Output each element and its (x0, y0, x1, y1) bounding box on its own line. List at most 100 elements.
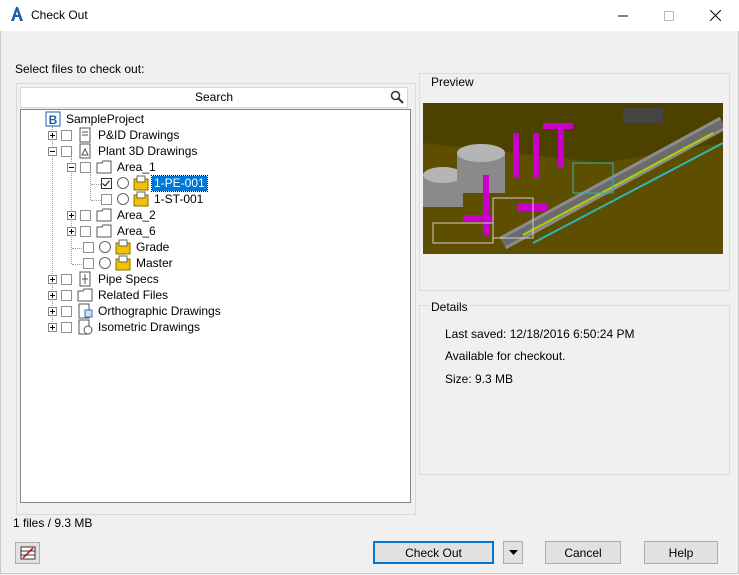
minimize-icon (618, 15, 628, 16)
checkbox[interactable] (61, 289, 72, 301)
tree-item-pipe-specs[interactable]: Pipe Specs (48, 271, 161, 287)
search-icon[interactable] (390, 90, 404, 104)
status-radio (117, 177, 129, 189)
checkbox[interactable] (83, 257, 94, 269)
expand-toggle[interactable] (48, 274, 57, 284)
collapse-toggle[interactable] (67, 162, 76, 172)
tree-item-grade[interactable]: Grade (83, 239, 171, 255)
status-radio (117, 193, 129, 205)
check-out-options-button[interactable] (503, 541, 523, 564)
checkbox[interactable] (80, 161, 91, 173)
checkbox[interactable] (80, 225, 91, 237)
status-radio (99, 257, 111, 269)
tree-item-label: Orthographic Drawings (98, 303, 221, 318)
tree-item-area-2[interactable]: Area_2 (67, 207, 158, 223)
tree-item-label: Pipe Specs (98, 271, 159, 286)
tree-item-area-6[interactable]: Area_6 (67, 223, 158, 239)
maximize-button[interactable] (646, 0, 692, 31)
tree-item-orthographic-drawings[interactable]: Orthographic Drawings (48, 303, 223, 319)
orthographic-drawings-icon (78, 303, 93, 319)
tree-item-related-files[interactable]: Related Files (48, 287, 170, 303)
folder-icon (96, 208, 112, 222)
tree-item-pid-drawings[interactable]: P&ID Drawings (48, 127, 181, 143)
tree-item-label: Grade (136, 239, 170, 254)
tree-item-label: Isometric Drawings (98, 319, 201, 334)
tree-item-file-1-pe-001[interactable]: 1-PE-001 (101, 174, 208, 192)
pid-drawings-icon (79, 127, 91, 143)
tree-item-plant3d-drawings[interactable]: Plant 3D Drawings (48, 143, 199, 159)
search-input[interactable]: Search (20, 87, 408, 108)
expand-toggle[interactable] (48, 130, 57, 140)
tree-item-label: Master (136, 255, 173, 270)
svg-text:B: B (49, 113, 58, 127)
details-label: Details (429, 300, 470, 314)
checkbox[interactable] (80, 209, 91, 221)
maximize-icon (664, 10, 674, 21)
collapse-toggle[interactable] (48, 146, 57, 156)
tree-item-label: SampleProject (66, 111, 145, 126)
expand-toggle[interactable] (67, 226, 76, 236)
expand-toggle[interactable] (48, 306, 57, 316)
preview-label: Preview (429, 75, 476, 89)
tree-item-label: Area_2 (117, 207, 156, 222)
cancel-button[interactable]: Cancel (545, 541, 621, 564)
plant3d-drawings-icon (79, 143, 91, 159)
tree-item-label: Area_6 (117, 223, 156, 238)
drawing-file-icon (115, 239, 131, 255)
file-count-status: 1 files / 9.3 MB (13, 516, 93, 530)
checkbox[interactable] (61, 129, 72, 141)
tree-item-label: Plant 3D Drawings (98, 143, 198, 158)
tree-item-file-1-st-001[interactable]: 1-ST-001 (101, 191, 205, 207)
expand-toggle[interactable] (48, 290, 57, 300)
folder-icon (96, 160, 112, 174)
tree-connector (72, 264, 82, 265)
availability-text: Available for checkout. (445, 349, 566, 363)
window-title: Check Out (31, 8, 88, 22)
tree-item-isometric-drawings[interactable]: Isometric Drawings (48, 319, 202, 335)
minimize-button[interactable] (600, 0, 646, 31)
autocad-icon (11, 7, 23, 21)
tree-item-master[interactable]: Master (83, 255, 175, 271)
check-out-button[interactable]: Check Out (373, 541, 494, 564)
checkbox-checked[interactable] (101, 177, 112, 189)
plant-model-illustration (423, 103, 723, 254)
search-placeholder: Search (194, 90, 234, 104)
drawing-preview-image (423, 103, 723, 254)
checkbox[interactable] (83, 241, 94, 253)
tree-connector (91, 200, 101, 201)
tree-item-label: Area_1 (117, 159, 156, 174)
file-tree[interactable]: B SampleProject P&ID Drawings Plant 3D D… (20, 109, 411, 503)
isometric-drawings-icon (78, 319, 93, 335)
tree-item-label: P&ID Drawings (98, 127, 180, 142)
checkbox[interactable] (61, 273, 72, 285)
table-settings-icon (20, 546, 35, 560)
help-button[interactable]: Help (644, 541, 718, 564)
expand-toggle[interactable] (67, 210, 76, 220)
checkbox[interactable] (61, 145, 72, 157)
tree-connector (90, 174, 91, 200)
close-button[interactable] (692, 0, 738, 31)
folder-icon (96, 224, 112, 238)
instructions-label: Select files to check out: (15, 62, 145, 76)
expand-toggle[interactable] (48, 322, 57, 332)
drawing-file-icon (133, 191, 149, 207)
checkbox[interactable] (61, 321, 72, 333)
checkbox[interactable] (61, 305, 72, 317)
tree-item-label: 1-PE-001 (151, 174, 208, 192)
tree-item-label: 1-ST-001 (154, 191, 204, 206)
tree-connector (91, 184, 101, 185)
tree-item-root[interactable]: B SampleProject (45, 111, 146, 127)
checkbox[interactable] (101, 193, 112, 205)
tree-item-area-1[interactable]: Area_1 (67, 159, 158, 175)
drawing-file-icon (133, 175, 149, 191)
tree-connector (72, 248, 82, 249)
project-icon: B (45, 111, 61, 127)
last-saved-text: Last saved: 12/18/2016 6:50:24 PM (445, 327, 635, 341)
tree-item-label: Related Files (98, 287, 169, 302)
chevron-down-icon (508, 549, 518, 555)
status-radio (99, 241, 111, 253)
pipe-specs-icon (79, 271, 91, 287)
file-size-text: Size: 9.3 MB (445, 372, 514, 386)
settings-button[interactable] (15, 542, 40, 564)
folder-icon (77, 288, 93, 302)
